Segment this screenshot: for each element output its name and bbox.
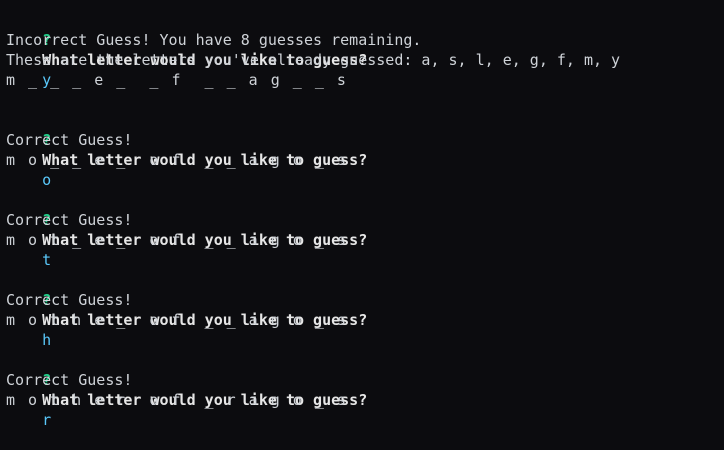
word-mask: m _ _ _ e _ _ f _ _ a g _ _ s	[6, 71, 348, 89]
guess-answer: t	[42, 251, 52, 269]
terminal-window[interactable]: ? What letter would you like to guess? y…	[0, 0, 724, 430]
result-message: Correct Guess!	[6, 291, 133, 309]
prompt-line: ? What letter would you like to guess? r	[6, 350, 724, 429]
prompt-line: ? What letter would you like to guess? t	[6, 190, 724, 269]
guess-answer: h	[42, 331, 52, 349]
result-message: Correct Guess!	[6, 211, 133, 229]
result-message: Correct Guess!	[6, 371, 133, 389]
result-message: Incorrect Guess! You have 8 guesses rema…	[6, 31, 422, 49]
guessed-letters-message: These are the letters you've already gue…	[6, 51, 621, 69]
prompt-line: ? What letter would you like to guess? h	[6, 270, 724, 349]
result-message: Correct Guess!	[6, 131, 133, 149]
guess-answer: o	[42, 171, 52, 189]
guess-answer: r	[42, 411, 52, 429]
prompt-line: ? What letter would you like to guess? y	[6, 10, 724, 89]
prompt-line: ? What letter would you like to guess? o	[6, 110, 724, 189]
